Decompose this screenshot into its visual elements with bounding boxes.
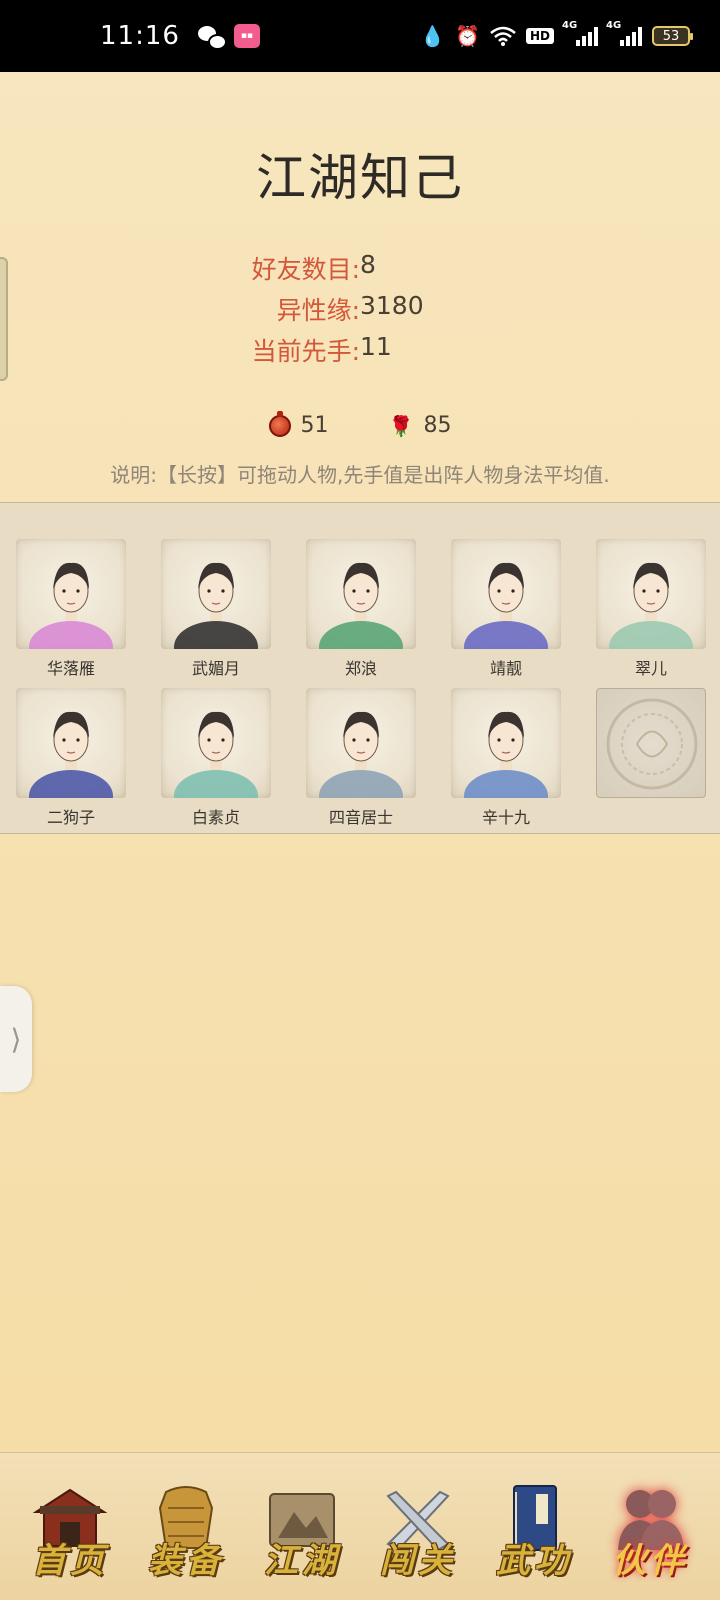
nav-item-2[interactable]: 江湖 xyxy=(250,1472,354,1582)
nav-label: 江湖 xyxy=(264,1540,340,1581)
character-name: 郑浪 xyxy=(344,659,377,678)
stat-value: 8 xyxy=(360,250,376,279)
character-portrait[interactable] xyxy=(161,688,271,798)
character-card[interactable]: 武媚月 xyxy=(161,539,271,688)
character-card[interactable]: 四音居士 xyxy=(306,688,416,837)
side-drawer-handle[interactable]: ⟩ xyxy=(0,986,32,1092)
character-portrait[interactable] xyxy=(306,688,416,798)
status-time: 11:16 xyxy=(100,21,180,51)
nav-item-0[interactable]: 首页 xyxy=(18,1472,122,1582)
character-card[interactable]: 白素贞 xyxy=(161,688,271,837)
wechat-icon xyxy=(197,25,227,50)
character-card[interactable]: 郑浪 xyxy=(306,539,416,688)
character-card[interactable]: 翠儿 xyxy=(596,539,706,688)
stat-initiative: 当前先手: 11 xyxy=(0,332,720,373)
gourd-currency: 51 xyxy=(268,410,329,438)
water-drop-icon: 💧 xyxy=(420,24,446,48)
nav-item-3[interactable]: 闯关 xyxy=(366,1472,470,1582)
network-label: 4G xyxy=(562,20,578,31)
hd-badge: HD xyxy=(525,28,554,44)
signal-icon-2: 4G xyxy=(606,20,642,46)
page-title: 江湖知己 xyxy=(256,149,464,207)
nav-label: 伙伴 xyxy=(612,1540,688,1581)
character-name: 白素贞 xyxy=(191,808,240,827)
nav-item-4[interactable]: 武功 xyxy=(482,1472,586,1582)
character-panel: 华落雁 武媚月 郑浪 靖靓 翠儿二狗子 白素贞 四音居士 辛十九 xyxy=(0,502,720,834)
signal-icon: 4G xyxy=(562,20,598,46)
character-name: 四音居士 xyxy=(328,808,393,827)
nav-label: 武功 xyxy=(496,1540,572,1581)
stat-label: 当前先手: xyxy=(251,337,360,366)
stat-value: 11 xyxy=(360,332,392,361)
empty-slot-emblem-icon xyxy=(596,688,706,798)
instruction-note: 说明:【长按】可拖动人物,先手值是出阵人物身法平均值. xyxy=(110,463,610,487)
stat-charm: 异性缘: 3180 xyxy=(0,291,720,332)
gourd-icon xyxy=(268,410,291,437)
bilibili-icon: ▪▪ xyxy=(233,24,260,48)
network-label-2: 4G xyxy=(606,20,622,31)
character-name: 二狗子 xyxy=(46,808,95,827)
character-name: 辛十九 xyxy=(481,808,530,827)
stat-friend-count: 好友数目: 8 xyxy=(0,250,720,291)
character-portrait[interactable] xyxy=(16,539,126,649)
stat-value: 3180 xyxy=(360,291,424,320)
rose-currency: 🌹 85 xyxy=(389,413,452,438)
character-portrait[interactable] xyxy=(306,539,416,649)
character-portrait[interactable] xyxy=(161,539,271,649)
nav-label: 首页 xyxy=(32,1540,108,1581)
character-portrait[interactable] xyxy=(451,539,561,649)
character-grid: 华落雁 武媚月 郑浪 靖靓 翠儿二狗子 白素贞 四音居士 辛十九 xyxy=(16,539,706,837)
friend-stats: 好友数目: 8 异性缘: 3180 当前先手: 11 xyxy=(0,250,720,373)
nav-item-1[interactable]: 装备 xyxy=(134,1472,238,1582)
battery-icon: 53 xyxy=(652,26,693,46)
character-name: 翠儿 xyxy=(634,659,667,678)
character-card[interactable]: 辛十九 xyxy=(451,688,561,837)
nav-label: 装备 xyxy=(148,1540,224,1581)
status-system-icons: 💧 ⏰ HD 4G 4G 53 xyxy=(420,20,693,48)
character-name: 武媚月 xyxy=(191,659,240,678)
empty-character-slot[interactable] xyxy=(596,688,706,837)
character-card[interactable]: 二狗子 xyxy=(16,688,126,837)
character-name: 靖靓 xyxy=(489,659,522,678)
currency-bar: 51 🌹 85 xyxy=(0,410,720,438)
character-portrait[interactable] xyxy=(451,688,561,798)
gourd-count: 51 xyxy=(300,413,329,438)
character-name: 华落雁 xyxy=(46,659,95,678)
character-card[interactable]: 华落雁 xyxy=(16,539,126,688)
nav-label: 闯关 xyxy=(380,1540,456,1581)
character-portrait[interactable] xyxy=(16,688,126,798)
status-bar: 11:16 ▪▪ 💧 ⏰ HD 4G 4G 53 xyxy=(0,0,720,72)
bottom-navigation: 首页 装备 江湖 闯关 武功 伙伴 xyxy=(0,1452,720,1600)
character-portrait[interactable] xyxy=(596,539,706,649)
rose-icon: 🌹 xyxy=(388,413,414,438)
wifi-icon xyxy=(490,26,516,46)
stat-label: 好友数目: xyxy=(251,255,360,284)
rose-count: 85 xyxy=(423,413,452,438)
stat-label: 异性缘: xyxy=(276,296,360,325)
status-notification-icons: ▪▪ xyxy=(197,24,260,50)
alarm-icon: ⏰ xyxy=(455,24,480,48)
battery-level: 53 xyxy=(662,28,680,44)
chevron-right-icon: ⟩ xyxy=(10,1022,22,1056)
nav-item-5[interactable]: 伙伴 xyxy=(598,1472,702,1582)
character-card[interactable]: 靖靓 xyxy=(451,539,561,688)
